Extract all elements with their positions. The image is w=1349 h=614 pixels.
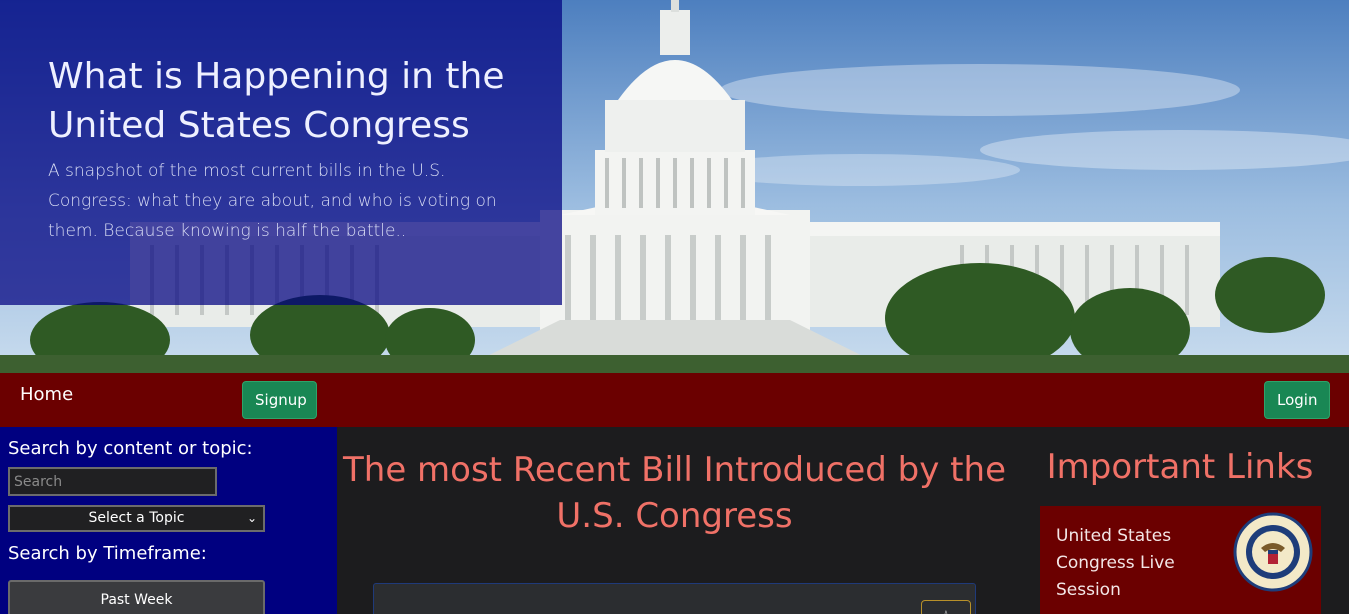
links-title: Important Links bbox=[1046, 447, 1314, 487]
main-title: The most Recent Bill Introduced by the U… bbox=[343, 450, 1006, 536]
house-seal-icon[interactable] bbox=[1233, 512, 1313, 592]
past-week-button[interactable]: Past Week bbox=[8, 580, 265, 614]
hero-title: What is Happening in the United States C… bbox=[48, 56, 505, 146]
topic-select-value: Select a Topic bbox=[88, 510, 185, 526]
signup-button[interactable]: Signup bbox=[242, 381, 317, 419]
search-label: Search by content or topic: bbox=[8, 438, 253, 459]
search-sidebar: Search by content or topic: Select a Top… bbox=[0, 427, 337, 614]
timeframe-label: Search by Timeframe: bbox=[8, 543, 207, 564]
chevron-down-icon: ⌄ bbox=[246, 511, 257, 525]
nav-home-link[interactable]: Home bbox=[20, 384, 73, 405]
star-icon[interactable]: ☆ bbox=[921, 600, 971, 614]
main-content: The most Recent Bill Introduced by the U… bbox=[337, 427, 1027, 614]
search-input[interactable] bbox=[8, 467, 217, 496]
hero-banner: What is Happening in the United States C… bbox=[0, 0, 1349, 373]
hero-overlay bbox=[0, 0, 562, 305]
congress-live-link[interactable]: United States Congress Live Session bbox=[1056, 523, 1196, 604]
navbar: Home Signup Login bbox=[0, 373, 1349, 427]
login-button[interactable]: Login bbox=[1264, 381, 1330, 419]
hero-subtitle: A snapshot of the most current bills in … bbox=[48, 161, 497, 241]
bill-card: ☆ bbox=[373, 583, 976, 614]
link-card: United States Congress Live Session bbox=[1040, 506, 1321, 614]
topic-select[interactable]: Select a Topic ⌄ bbox=[8, 505, 265, 532]
